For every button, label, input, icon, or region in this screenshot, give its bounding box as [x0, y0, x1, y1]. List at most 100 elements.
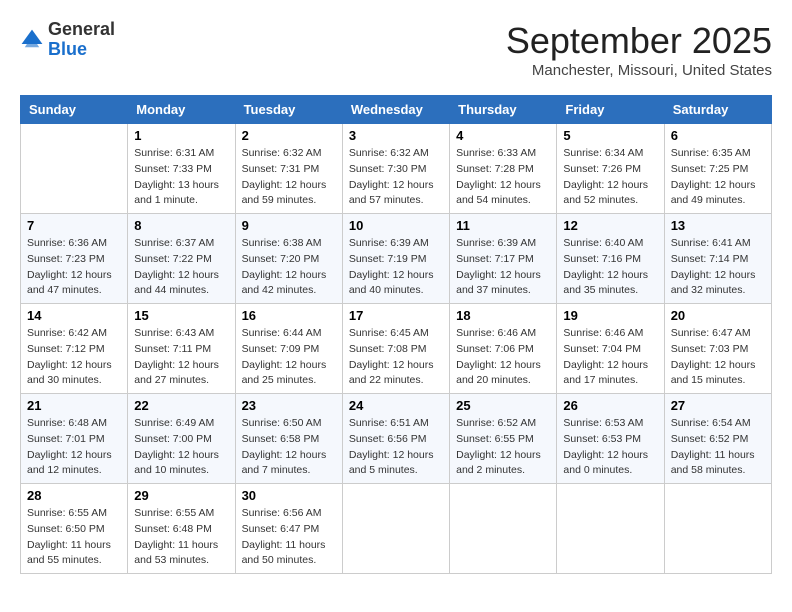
- calendar-cell: 20 Sunrise: 6:47 AMSunset: 7:03 PMDayligh…: [664, 304, 771, 394]
- calendar-week-row: 21 Sunrise: 6:48 AMSunset: 7:01 PMDayligh…: [21, 394, 772, 484]
- calendar-cell: [342, 484, 449, 574]
- day-number: 20: [671, 308, 765, 323]
- calendar-cell: 25 Sunrise: 6:52 AMSunset: 6:55 PMDayligh…: [450, 394, 557, 484]
- day-info: Sunrise: 6:52 AMSunset: 6:55 PMDaylight:…: [456, 416, 550, 479]
- day-info: Sunrise: 6:32 AMSunset: 7:31 PMDaylight:…: [242, 146, 336, 209]
- calendar-cell: 3 Sunrise: 6:32 AMSunset: 7:30 PMDaylight…: [342, 124, 449, 214]
- day-info: Sunrise: 6:55 AMSunset: 6:50 PMDaylight:…: [27, 506, 121, 569]
- day-info: Sunrise: 6:36 AMSunset: 7:23 PMDaylight:…: [27, 236, 121, 299]
- day-number: 26: [563, 398, 657, 413]
- calendar-cell: 11 Sunrise: 6:39 AMSunset: 7:17 PMDayligh…: [450, 214, 557, 304]
- calendar-week-row: 28Sunrise: 6:55 AMSunset: 6:50 PMDayligh…: [21, 484, 772, 574]
- calendar-cell: 16 Sunrise: 6:44 AMSunset: 7:09 PMDayligh…: [235, 304, 342, 394]
- day-info: Sunrise: 6:31 AMSunset: 7:33 PMDaylight:…: [134, 146, 228, 209]
- calendar-cell: [21, 124, 128, 214]
- day-number: 3: [349, 128, 443, 143]
- day-info: Sunrise: 6:56 AMSunset: 6:47 PMDaylight:…: [242, 506, 336, 569]
- day-info: Sunrise: 6:39 AMSunset: 7:19 PMDaylight:…: [349, 236, 443, 299]
- day-info: Sunrise: 6:46 AMSunset: 7:06 PMDaylight:…: [456, 326, 550, 389]
- day-number: 16: [242, 308, 336, 323]
- weekday-header-saturday: Saturday: [664, 96, 771, 124]
- day-number: 9: [242, 218, 336, 233]
- logo: General Blue: [20, 20, 115, 60]
- day-info: Sunrise: 6:48 AMSunset: 7:01 PMDaylight:…: [27, 416, 121, 479]
- logo-text: General Blue: [48, 20, 115, 60]
- day-number: 23: [242, 398, 336, 413]
- day-info: Sunrise: 6:32 AMSunset: 7:30 PMDaylight:…: [349, 146, 443, 209]
- calendar-cell: 21 Sunrise: 6:48 AMSunset: 7:01 PMDayligh…: [21, 394, 128, 484]
- weekday-header-monday: Monday: [128, 96, 235, 124]
- calendar-cell: [664, 484, 771, 574]
- logo-icon: [20, 28, 44, 52]
- day-number: 8: [134, 218, 228, 233]
- day-info: Sunrise: 6:44 AMSunset: 7:09 PMDaylight:…: [242, 326, 336, 389]
- calendar-cell: 9Sunrise: 6:38 AMSunset: 7:20 PMDaylight…: [235, 214, 342, 304]
- calendar-cell: 14Sunrise: 6:42 AMSunset: 7:12 PMDayligh…: [21, 304, 128, 394]
- day-info: Sunrise: 6:53 AMSunset: 6:53 PMDaylight:…: [563, 416, 657, 479]
- day-info: Sunrise: 6:33 AMSunset: 7:28 PMDaylight:…: [456, 146, 550, 209]
- day-number: 17: [349, 308, 443, 323]
- day-info: Sunrise: 6:49 AMSunset: 7:00 PMDaylight:…: [134, 416, 228, 479]
- weekday-header-thursday: Thursday: [450, 96, 557, 124]
- day-number: 1: [134, 128, 228, 143]
- day-info: Sunrise: 6:54 AMSunset: 6:52 PMDaylight:…: [671, 416, 765, 479]
- day-info: Sunrise: 6:46 AMSunset: 7:04 PMDaylight:…: [563, 326, 657, 389]
- day-number: 10: [349, 218, 443, 233]
- calendar-cell: 29Sunrise: 6:55 AMSunset: 6:48 PMDayligh…: [128, 484, 235, 574]
- calendar-cell: 13 Sunrise: 6:41 AMSunset: 7:14 PMDayligh…: [664, 214, 771, 304]
- calendar-week-row: 14Sunrise: 6:42 AMSunset: 7:12 PMDayligh…: [21, 304, 772, 394]
- calendar-cell: 17 Sunrise: 6:45 AMSunset: 7:08 PMDayligh…: [342, 304, 449, 394]
- weekday-header-sunday: Sunday: [21, 96, 128, 124]
- day-number: 21: [27, 398, 121, 413]
- calendar-cell: 15 Sunrise: 6:43 AMSunset: 7:11 PMDayligh…: [128, 304, 235, 394]
- calendar-cell: 19 Sunrise: 6:46 AMSunset: 7:04 PMDayligh…: [557, 304, 664, 394]
- weekday-header-row: SundayMondayTuesdayWednesdayThursdayFrid…: [21, 96, 772, 124]
- day-number: 25: [456, 398, 550, 413]
- calendar-cell: 8 Sunrise: 6:37 AMSunset: 7:22 PMDaylight…: [128, 214, 235, 304]
- calendar-cell: 26 Sunrise: 6:53 AMSunset: 6:53 PMDayligh…: [557, 394, 664, 484]
- calendar-cell: 4 Sunrise: 6:33 AMSunset: 7:28 PMDaylight…: [450, 124, 557, 214]
- day-info: Sunrise: 6:55 AMSunset: 6:48 PMDaylight:…: [134, 506, 228, 569]
- calendar-table: SundayMondayTuesdayWednesdayThursdayFrid…: [20, 95, 772, 574]
- calendar-cell: 1 Sunrise: 6:31 AMSunset: 7:33 PMDaylight…: [128, 124, 235, 214]
- calendar-cell: 28Sunrise: 6:55 AMSunset: 6:50 PMDayligh…: [21, 484, 128, 574]
- day-number: 19: [563, 308, 657, 323]
- day-info: Sunrise: 6:47 AMSunset: 7:03 PMDaylight:…: [671, 326, 765, 389]
- day-number: 11: [456, 218, 550, 233]
- day-info: Sunrise: 6:37 AMSunset: 7:22 PMDaylight:…: [134, 236, 228, 299]
- calendar-cell: 10 Sunrise: 6:39 AMSunset: 7:19 PMDayligh…: [342, 214, 449, 304]
- calendar-cell: 22Sunrise: 6:49 AMSunset: 7:00 PMDayligh…: [128, 394, 235, 484]
- calendar-cell: 23Sunrise: 6:50 AMSunset: 6:58 PMDayligh…: [235, 394, 342, 484]
- day-number: 6: [671, 128, 765, 143]
- calendar-week-row: 1 Sunrise: 6:31 AMSunset: 7:33 PMDaylight…: [21, 124, 772, 214]
- day-info: Sunrise: 6:39 AMSunset: 7:17 PMDaylight:…: [456, 236, 550, 299]
- calendar-cell: 5Sunrise: 6:34 AMSunset: 7:26 PMDaylight…: [557, 124, 664, 214]
- calendar-cell: [557, 484, 664, 574]
- day-info: Sunrise: 6:45 AMSunset: 7:08 PMDaylight:…: [349, 326, 443, 389]
- day-number: 13: [671, 218, 765, 233]
- calendar-cell: [450, 484, 557, 574]
- day-number: 14: [27, 308, 121, 323]
- day-number: 30: [242, 488, 336, 503]
- day-number: 18: [456, 308, 550, 323]
- day-number: 12: [563, 218, 657, 233]
- day-info: Sunrise: 6:43 AMSunset: 7:11 PMDaylight:…: [134, 326, 228, 389]
- calendar-cell: 6 Sunrise: 6:35 AMSunset: 7:25 PMDaylight…: [664, 124, 771, 214]
- day-info: Sunrise: 6:51 AMSunset: 6:56 PMDaylight:…: [349, 416, 443, 479]
- day-info: Sunrise: 6:35 AMSunset: 7:25 PMDaylight:…: [671, 146, 765, 209]
- day-number: 15: [134, 308, 228, 323]
- day-number: 24: [349, 398, 443, 413]
- day-number: 2: [242, 128, 336, 143]
- calendar-cell: 30 Sunrise: 6:56 AMSunset: 6:47 PMDayligh…: [235, 484, 342, 574]
- location: Manchester, Missouri, United States: [506, 62, 772, 79]
- weekday-header-wednesday: Wednesday: [342, 96, 449, 124]
- day-info: Sunrise: 6:41 AMSunset: 7:14 PMDaylight:…: [671, 236, 765, 299]
- weekday-header-friday: Friday: [557, 96, 664, 124]
- day-info: Sunrise: 6:40 AMSunset: 7:16 PMDaylight:…: [563, 236, 657, 299]
- month-title: September 2025: [506, 20, 772, 62]
- weekday-header-tuesday: Tuesday: [235, 96, 342, 124]
- day-number: 4: [456, 128, 550, 143]
- calendar-week-row: 7Sunrise: 6:36 AMSunset: 7:23 PMDaylight…: [21, 214, 772, 304]
- calendar-cell: 18 Sunrise: 6:46 AMSunset: 7:06 PMDayligh…: [450, 304, 557, 394]
- calendar-cell: 2 Sunrise: 6:32 AMSunset: 7:31 PMDaylight…: [235, 124, 342, 214]
